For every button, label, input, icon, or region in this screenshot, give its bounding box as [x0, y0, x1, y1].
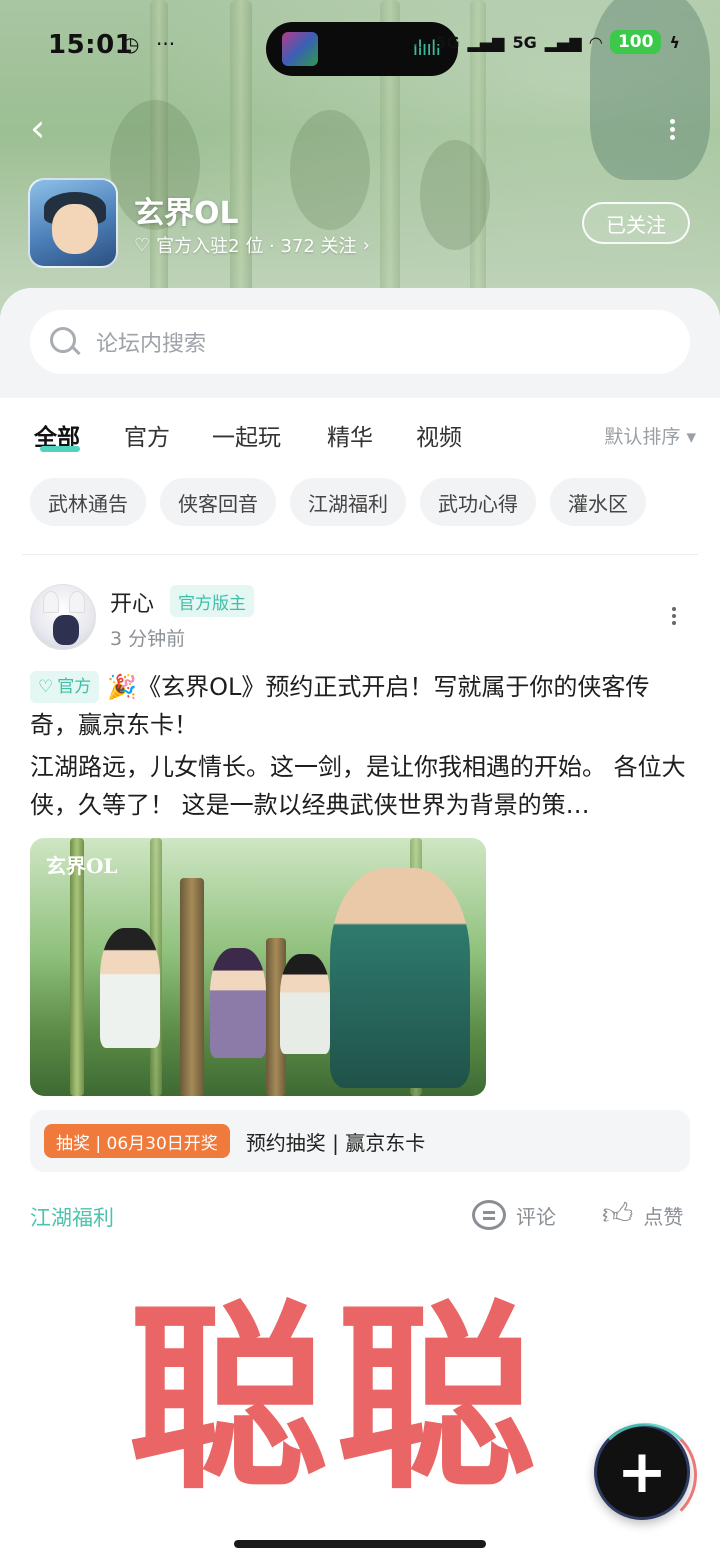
network-1: 5G — [435, 32, 460, 52]
diamond-icon: ♡ — [38, 677, 54, 697]
tab-underline — [40, 446, 80, 452]
chip-xiake-echo[interactable]: 侠客回音 — [160, 478, 276, 526]
category-chips: 武林通告 侠客回音 江湖福利 武功心得 灌水区 — [30, 478, 646, 526]
post-title-text: 🎉《玄界OL》预约正式开启！写就属于你的侠客传奇，赢京东卡！ — [30, 673, 650, 739]
search-placeholder: 论坛内搜索 — [96, 332, 207, 357]
chip-wulin-notice[interactable]: 武林通告 — [30, 478, 146, 526]
comment-button[interactable]: 评论 — [472, 1200, 556, 1230]
post-footer: 江湖福利 评论 👍︎ 点赞 — [30, 1200, 690, 1236]
lottery-text: 预约抽奖 | 赢京东卡 — [245, 1130, 426, 1155]
game-meta[interactable]: ♡ 官方入驻2 位 · 372 关注 › — [134, 232, 370, 258]
game-meta-text: 官方入驻2 位 · 372 关注 — [156, 236, 357, 257]
follow-button[interactable]: 已关注 — [582, 202, 690, 244]
official-badge: ♡ 官方 — [30, 671, 100, 703]
role-badge: 官方版主 — [170, 585, 254, 617]
game-title: 玄界OL — [134, 196, 239, 231]
tab-bar: 全部 官方 一起玩 精华 视频 默认排序 ▾ — [0, 398, 720, 474]
divider — [22, 554, 698, 555]
tab-featured[interactable]: 精华 — [327, 418, 373, 452]
clock-icon: ◷ — [122, 32, 140, 56]
post-time: 3 分钟前 — [110, 628, 186, 650]
author-avatar[interactable] — [30, 584, 96, 650]
search-input[interactable]: 论坛内搜索 — [30, 310, 690, 374]
banner-figure — [420, 140, 490, 250]
watermark: 聪聪 — [128, 1284, 545, 1517]
like-button[interactable]: 👍︎ 点赞 — [602, 1200, 683, 1230]
tab-video[interactable]: 视频 — [416, 418, 462, 452]
diamond-icon: ♡ — [134, 234, 151, 256]
post-more-icon[interactable] — [668, 604, 680, 628]
post-body[interactable]: 江湖路远，儿女情长。这一剑，是让你我相遇的开始。 各位大侠，久等了！ 这是一款以… — [30, 748, 692, 824]
media-thumbnail — [282, 32, 318, 66]
chip-jianghu-welfare[interactable]: 江湖福利 — [290, 478, 406, 526]
comment-label: 评论 — [516, 1204, 556, 1229]
chevron-right-icon: › — [362, 234, 370, 256]
signal-icon: ▂▄▆ — [544, 32, 582, 52]
tab-official[interactable]: 官方 — [124, 418, 170, 452]
comment-icon — [472, 1200, 506, 1230]
ellipsis-icon: ··· — [156, 32, 176, 56]
like-label: 点赞 — [643, 1204, 684, 1229]
banner-figure — [290, 110, 370, 230]
status-time: 15:01 — [48, 30, 134, 60]
lottery-tag: 抽奖 | 06月30日开奖 — [44, 1124, 230, 1158]
moon-icon: ☾ — [412, 32, 428, 52]
battery-indicator: 100 — [609, 30, 662, 54]
signal-icon: ▂▄▆ — [467, 32, 505, 52]
sort-dropdown[interactable]: 默认排序 ▾ — [604, 422, 696, 449]
search-area: 论坛内搜索 — [0, 288, 720, 398]
chip-martial-insights[interactable]: 武功心得 — [420, 478, 536, 526]
tab-play-together[interactable]: 一起玩 — [212, 418, 281, 452]
author-name[interactable]: 开心 — [110, 586, 154, 618]
network-2: 5G — [512, 32, 537, 52]
topic-tag[interactable]: 江湖福利 — [30, 1202, 114, 1232]
plus-icon: + — [616, 1437, 668, 1507]
like-icon: 👍︎ — [602, 1197, 634, 1232]
chip-chat-zone[interactable]: 灌水区 — [550, 478, 646, 526]
post-title[interactable]: ♡ 官方 🎉《玄界OL》预约正式开启！写就属于你的侠客传奇，赢京东卡！ — [30, 668, 692, 744]
back-icon[interactable]: ‹ — [30, 108, 66, 148]
lottery-card[interactable]: 抽奖 | 06月30日开奖 预约抽奖 | 赢京东卡 — [30, 1110, 690, 1172]
more-icon[interactable] — [664, 116, 680, 156]
status-right: ☾ 5G ▂▄▆ 5G ▂▄▆ ◠ 100 ϟ — [413, 30, 680, 54]
triangle-down-icon: ▾ — [686, 426, 696, 448]
official-badge-label: 官方 — [57, 677, 92, 697]
home-indicator[interactable] — [234, 1540, 486, 1548]
image-logo: 玄界OL — [46, 854, 118, 878]
search-icon — [48, 325, 82, 359]
status-bar: 15:01 ◷ ··· ılıılı ☾ 5G ▂▄▆ 5G ▂▄▆ ◠ 100… — [0, 22, 720, 76]
create-post-button[interactable]: + — [593, 1423, 697, 1527]
charging-icon: ϟ — [669, 32, 680, 52]
game-avatar[interactable] — [28, 178, 118, 268]
wifi-icon: ◠ — [589, 32, 602, 52]
post-image[interactable]: 玄界OL — [30, 838, 486, 1096]
sort-label: 默认排序 — [604, 426, 681, 448]
